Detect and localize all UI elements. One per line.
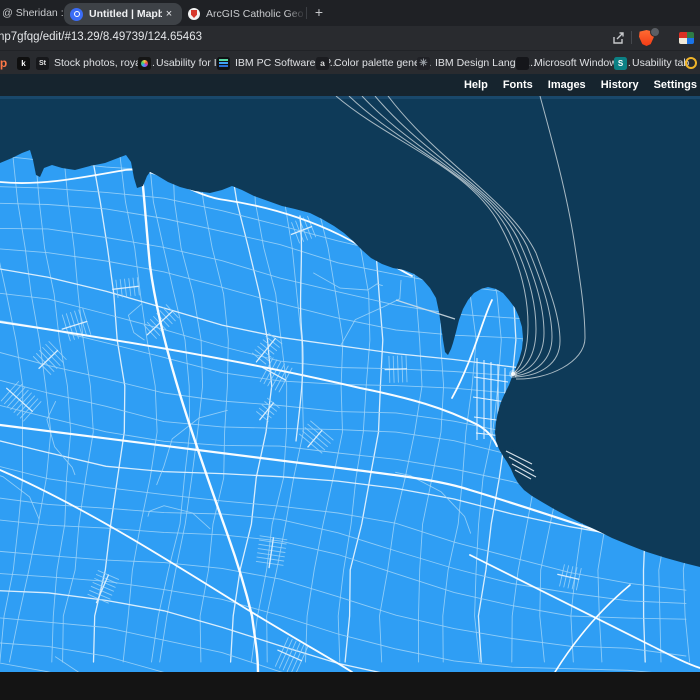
- map-canvas[interactable]: [0, 95, 700, 672]
- tab-bar: s @ Sheridan :: Laser Fil Untitled | Map…: [0, 0, 700, 26]
- kickstarter-icon: k: [17, 56, 30, 70]
- menu-history[interactable]: History: [601, 79, 639, 91]
- shield-badge: [650, 27, 660, 37]
- menu-images[interactable]: Images: [548, 79, 586, 91]
- tab-separator: [306, 7, 307, 19]
- ring-icon: [685, 57, 697, 69]
- bookmark-label: Usability tab: [632, 57, 690, 69]
- tab-arcgis[interactable]: ArcGIS Catholic Geo Hub - Brave Sea: [188, 4, 306, 24]
- new-tab-button[interactable]: +: [311, 5, 327, 21]
- menu-help[interactable]: Help: [464, 79, 488, 91]
- toolbar-separator: [631, 31, 632, 44]
- bookmark-usability-ixd[interactable]: Usability for IxD: [138, 55, 230, 71]
- tab-title: ArcGIS Catholic Geo Hub - Brave Sea: [206, 8, 306, 20]
- menu-settings[interactable]: Settings: [654, 79, 697, 91]
- stock-icon: St: [36, 56, 49, 70]
- bookmark-favicon-icon: p: [0, 56, 8, 70]
- desktop: s @ Sheridan :: Laser Fil Untitled | Map…: [0, 0, 700, 700]
- bookmark-usability-tab[interactable]: S Usability tab: [614, 55, 689, 71]
- bookmark-kickstarter[interactable]: k: [17, 55, 30, 71]
- address-bar: np7gfqg/edit/#13.29/8.49739/124.65463: [0, 26, 700, 50]
- bookmark-partial[interactable]: p: [0, 55, 10, 71]
- url-input[interactable]: np7gfqg/edit/#13.29/8.49739/124.65463: [0, 31, 202, 43]
- alpha-icon: a: [316, 56, 329, 70]
- taskbar: Ps Id Ai T C N ∧: [0, 672, 700, 700]
- sharepoint-icon: S: [614, 56, 627, 70]
- burst-icon: [138, 56, 151, 70]
- bookmarks-bar: p k St Stock photos, royalt... Usability…: [0, 50, 700, 74]
- tab-sheridan[interactable]: s @ Sheridan :: Laser Fil: [0, 7, 68, 19]
- windows-colors-icon: [516, 56, 529, 70]
- ibm-stripes-icon: [217, 56, 230, 70]
- tab-mapbox[interactable]: Untitled | Mapbox ×: [64, 3, 182, 25]
- menu-fonts[interactable]: Fonts: [503, 79, 533, 91]
- flower-icon: ✳: [417, 56, 430, 70]
- studio-header: Help Fonts Images History Settings: [0, 74, 700, 96]
- tab-title: Untitled | Mapbox: [89, 8, 162, 20]
- share-icon[interactable]: [611, 31, 625, 45]
- bookmark-ring-partial[interactable]: [685, 55, 697, 71]
- close-tab-icon[interactable]: ×: [162, 7, 176, 21]
- mapbox-favicon-icon: [70, 7, 83, 21]
- extension-icon[interactable]: [679, 32, 694, 44]
- bookmark-color-palette[interactable]: a Color palette gener...: [316, 55, 431, 71]
- arcgis-favicon-icon: [188, 8, 200, 20]
